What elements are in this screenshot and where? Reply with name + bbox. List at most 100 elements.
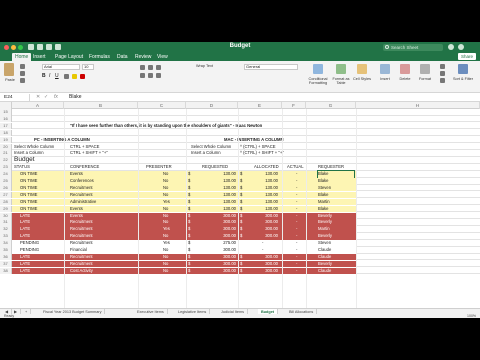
- actual-cell[interactable]: -: [296, 226, 297, 233]
- share-button[interactable]: Share: [457, 53, 476, 60]
- row-number[interactable]: 36: [0, 253, 12, 261]
- conference-cell[interactable]: Administrative: [70, 199, 96, 206]
- align-bottom-icon[interactable]: [156, 65, 161, 70]
- cell[interactable]: Select Whole Column: [14, 144, 54, 151]
- actual-cell[interactable]: -: [296, 185, 297, 192]
- account-icon[interactable]: [458, 44, 464, 50]
- tab-formulas[interactable]: Formulas: [86, 53, 113, 61]
- tab-page-layout[interactable]: Page Layout: [52, 53, 86, 61]
- requester-cell[interactable]: Beverly: [318, 219, 332, 226]
- requester-cell[interactable]: Beverly: [318, 261, 332, 268]
- row-number[interactable]: 32: [0, 226, 12, 233]
- requested-cell[interactable]: 130.00: [192, 199, 236, 206]
- status-cell[interactable]: LATE: [20, 219, 30, 226]
- requester-cell[interactable]: Beverly: [318, 233, 332, 240]
- presenter-cell[interactable]: Yes: [163, 226, 170, 233]
- row-number[interactable]: 16: [0, 115, 12, 123]
- sort-filter-icon[interactable]: [458, 64, 468, 74]
- requested-cell[interactable]: 300.00: [192, 213, 236, 220]
- fill-icon[interactable]: [440, 71, 445, 76]
- borders-icon[interactable]: [64, 74, 69, 79]
- row-number[interactable]: 19: [0, 136, 12, 144]
- requested-cell[interactable]: 275.00: [192, 240, 236, 247]
- requester-cell[interactable]: Claude: [318, 247, 331, 254]
- column-header-c[interactable]: C: [138, 102, 186, 109]
- font-size-select[interactable]: 10: [82, 64, 94, 70]
- conference-cell[interactable]: Recruitment: [70, 261, 93, 268]
- delete-cells-icon[interactable]: [400, 64, 410, 74]
- row-number[interactable]: 18: [0, 129, 12, 137]
- conference-cell[interactable]: Conferences: [70, 178, 94, 185]
- status-cell[interactable]: PENDING: [20, 240, 39, 247]
- actual-cell[interactable]: -: [296, 206, 297, 213]
- row-number[interactable]: 23: [0, 164, 12, 171]
- paste-icon[interactable]: [4, 63, 14, 76]
- cell[interactable]: Budget: [14, 157, 35, 164]
- requested-cell[interactable]: 300.00: [192, 268, 236, 275]
- formula-input[interactable]: Blake: [69, 94, 82, 100]
- format-as-table-icon[interactable]: [336, 64, 346, 74]
- requester-cell[interactable]: Blake: [317, 170, 355, 179]
- requested-cell[interactable]: 300.00: [192, 261, 236, 268]
- status-cell[interactable]: ON TIME: [20, 171, 37, 178]
- actual-cell[interactable]: -: [296, 219, 297, 226]
- cancel-entry-icon[interactable]: ✕: [36, 94, 40, 100]
- row-number[interactable]: 37: [0, 260, 12, 268]
- font-name-select[interactable]: Arial: [42, 64, 80, 70]
- allocated-cell[interactable]: 300.00: [244, 254, 278, 261]
- requester-cell[interactable]: Blake: [318, 206, 328, 213]
- row-number[interactable]: 20: [0, 143, 12, 150]
- conference-cell[interactable]: Events: [70, 213, 83, 220]
- column-header-f[interactable]: F: [282, 102, 306, 109]
- conditional-formatting-icon[interactable]: [313, 64, 323, 74]
- cell[interactable]: MAC - INSERTING A COLUMN: [224, 137, 283, 144]
- requester-cell[interactable]: Blake: [318, 178, 328, 185]
- table-header-cell[interactable]: STATUS: [14, 164, 30, 171]
- number-format-select[interactable]: General: [244, 64, 298, 70]
- cell[interactable]: "If I have seen further than others, it …: [70, 123, 262, 130]
- row-number[interactable]: 24: [0, 171, 12, 178]
- status-cell[interactable]: LATE: [20, 268, 30, 275]
- conference-cell[interactable]: Recruitment: [70, 240, 93, 247]
- requester-cell[interactable]: Beverly: [318, 213, 332, 220]
- row-number[interactable]: 31: [0, 219, 12, 226]
- spreadsheet-grid[interactable]: ABCDEFGH 15 16 17 "If I have seen further t…: [0, 102, 480, 308]
- requested-cell[interactable]: 300.00: [192, 247, 236, 254]
- actual-cell[interactable]: -: [296, 247, 297, 254]
- conference-cell[interactable]: Events: [70, 171, 83, 178]
- requested-cell[interactable]: 130.00: [192, 206, 236, 213]
- row-number[interactable]: 30: [0, 212, 12, 219]
- allocated-cell[interactable]: 130.00: [244, 171, 278, 178]
- row-number[interactable]: 34: [0, 240, 12, 247]
- actual-cell[interactable]: -: [296, 178, 297, 185]
- allocated-cell[interactable]: 130.00: [244, 178, 278, 185]
- allocated-cell[interactable]: 300.00: [244, 261, 278, 268]
- status-cell[interactable]: PENDING: [20, 247, 39, 254]
- presenter-cell[interactable]: No: [163, 185, 168, 192]
- presenter-cell[interactable]: No: [163, 268, 168, 275]
- allocated-cell[interactable]: 130.00: [244, 206, 278, 213]
- actual-cell[interactable]: -: [296, 199, 297, 206]
- insert-function-button[interactable]: fx: [54, 94, 58, 100]
- requested-cell[interactable]: 130.00: [192, 178, 236, 185]
- conference-cell[interactable]: Cost Activity: [70, 268, 93, 275]
- requested-cell[interactable]: 300.00: [192, 219, 236, 226]
- actual-cell[interactable]: -: [296, 213, 297, 220]
- conference-cell[interactable]: Recruitment: [70, 219, 93, 226]
- row-number[interactable]: 35: [0, 247, 12, 254]
- conference-cell[interactable]: Recruitment: [70, 185, 93, 192]
- align-top-icon[interactable]: [140, 65, 145, 70]
- select-all-corner[interactable]: [0, 102, 12, 109]
- actual-cell[interactable]: -: [296, 192, 297, 199]
- requested-cell[interactable]: 300.00: [192, 226, 236, 233]
- allocated-cell[interactable]: 300.00: [244, 268, 278, 275]
- allocated-cell[interactable]: -: [262, 247, 263, 254]
- status-cell[interactable]: LATE: [20, 261, 30, 268]
- presenter-cell[interactable]: No: [163, 261, 168, 268]
- row-number[interactable]: 33: [0, 233, 12, 240]
- row-number[interactable]: 15: [0, 109, 12, 116]
- cell[interactable]: Select Whole Column: [191, 144, 231, 151]
- actual-cell[interactable]: -: [296, 254, 297, 261]
- row-number[interactable]: 25: [0, 178, 12, 185]
- status-cell[interactable]: LATE: [20, 254, 30, 261]
